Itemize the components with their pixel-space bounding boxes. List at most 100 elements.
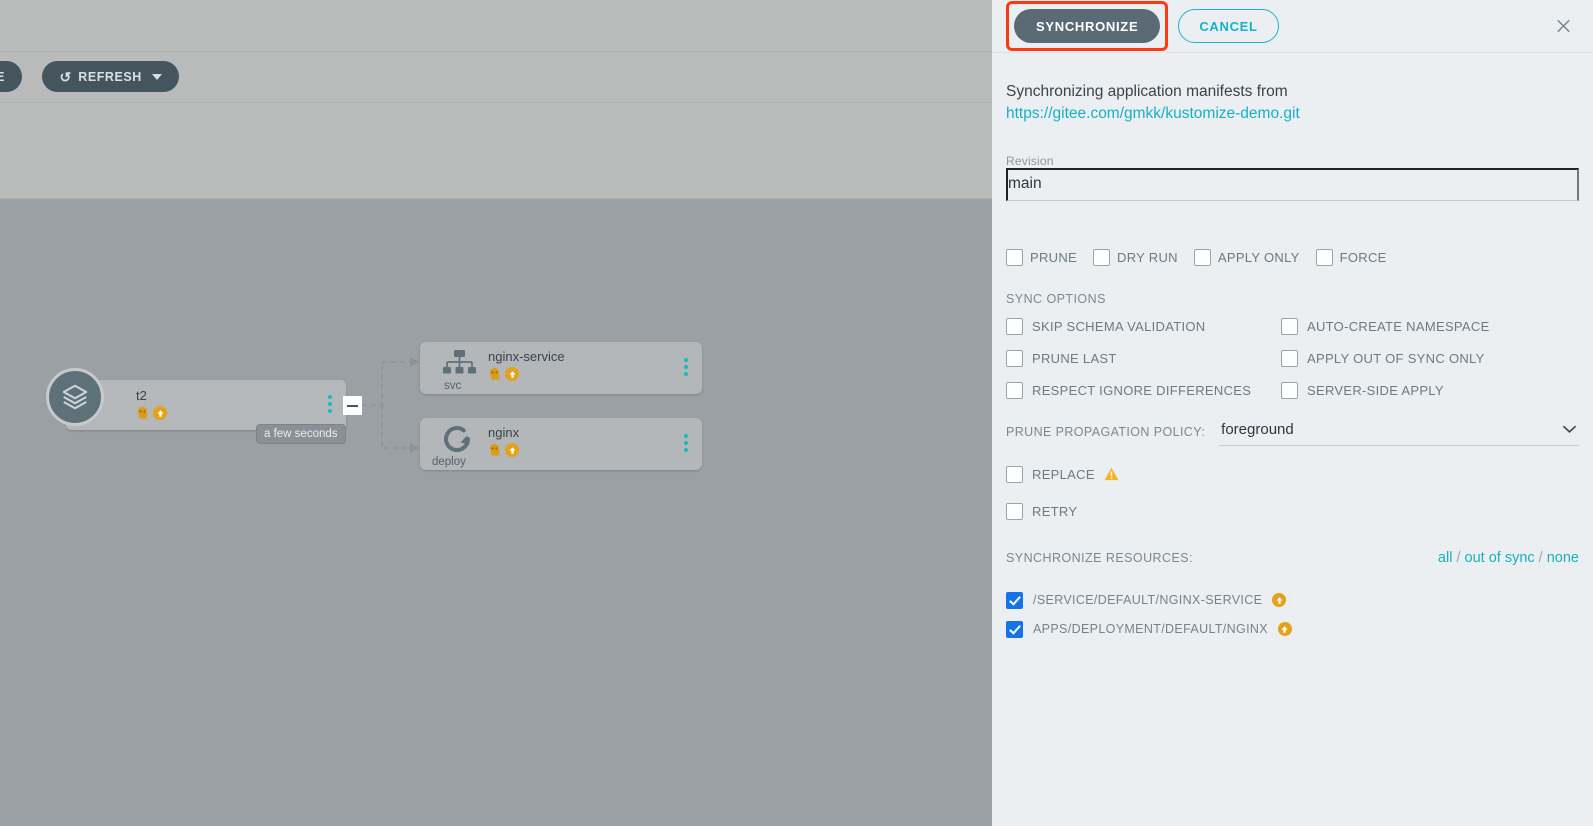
option-label: SKIP SCHEMA VALIDATION: [1032, 318, 1206, 334]
resource-checkbox[interactable]: [1006, 591, 1023, 609]
deployment-rotate-icon: [442, 424, 474, 459]
option-prune-last[interactable]: PRUNE LAST: [1006, 349, 1281, 367]
flag-prune[interactable]: PRUNE: [1006, 248, 1078, 266]
resource-checkbox[interactable]: [1006, 620, 1023, 638]
prune-checkbox[interactable]: [1006, 248, 1023, 266]
filters-band: [0, 103, 992, 199]
node-kebab-menu[interactable]: [684, 434, 688, 452]
auto-create-namespace-checkbox[interactable]: [1281, 317, 1298, 335]
option-server-side-apply[interactable]: SERVER-SIDE APPLY: [1281, 381, 1579, 399]
force-checkbox[interactable]: [1315, 248, 1333, 266]
delete-button-label: ETE: [0, 69, 5, 84]
prune-propagation-policy-select[interactable]: foreground: [1219, 421, 1579, 446]
graph-node-application[interactable]: t2: [46, 368, 346, 430]
prune-last-checkbox[interactable]: [1006, 349, 1023, 367]
node-kebab-menu[interactable]: [328, 395, 332, 413]
option-respect-ignore-differences[interactable]: RESPECT IGNORE DIFFERENCES: [1006, 381, 1281, 399]
sync-options-title: SYNC OPTIONS: [1006, 291, 1106, 306]
replace-label: REPLACE: [1032, 466, 1095, 482]
node-kebab-menu[interactable]: [684, 358, 688, 376]
refresh-button-label: REFRESH: [78, 69, 142, 84]
top-flags-row: PRUNE DRY RUN APPLY ONLY FORCE: [1006, 248, 1579, 266]
prune-propagation-policy-row: PRUNE PROPAGATION POLICY: foreground: [1006, 421, 1579, 446]
arrow-up-circle-icon: [1272, 593, 1287, 608]
option-apply-out-of-sync-only[interactable]: APPLY OUT OF SYNC ONLY: [1281, 349, 1579, 367]
graph-node-service[interactable]: svc nginx-service: [420, 342, 702, 394]
link-separator-2: /: [1534, 549, 1547, 566]
synchronize-button-highlight: SYNCHRONIZE: [1006, 1, 1169, 51]
node-badges: [488, 443, 519, 457]
apply-only-label: APPLY ONLY: [1217, 249, 1300, 265]
sync-panel-header: SYNCHRONIZE CANCEL: [992, 0, 1593, 53]
flag-dry-run[interactable]: DRY RUN: [1093, 248, 1178, 266]
revision-label: Revision: [1006, 153, 1054, 168]
link-separator-1: /: [1452, 549, 1465, 566]
layers-stack-icon: [46, 368, 104, 426]
node-title: t2: [136, 388, 147, 403]
respect-ignore-differences-checkbox[interactable]: [1006, 381, 1023, 399]
retry-checkbox[interactable]: [1006, 502, 1023, 520]
graph-canvas: [0, 199, 992, 826]
node-kind-label: deploy: [432, 456, 466, 468]
warning-triangle-icon: [1104, 468, 1119, 481]
node-badges: [136, 406, 167, 420]
option-auto-create-namespace[interactable]: AUTO-CREATE NAMESPACE: [1281, 317, 1579, 335]
close-icon[interactable]: [1550, 13, 1577, 40]
service-tree-icon: [442, 349, 476, 384]
resource-item[interactable]: /SERVICE/DEFAULT/NGINX-SERVICE: [1006, 591, 1579, 609]
select-none-link[interactable]: none: [1547, 550, 1579, 566]
prune-propagation-policy-value: foreground: [1221, 420, 1294, 438]
node-kind-label: svc: [444, 380, 462, 392]
arrow-up-circle-icon: [505, 443, 519, 457]
arrow-up-circle-icon: [1277, 622, 1292, 637]
resource-name: /SERVICE/DEFAULT/NGINX-SERVICE: [1033, 593, 1263, 608]
replace-checkbox[interactable]: [1006, 465, 1023, 483]
sync-timestamp-pill: a few seconds: [256, 424, 346, 444]
ghost-icon: [489, 367, 500, 381]
application-view-dimmed: ETE ↻ REFRESH t2: [0, 0, 992, 826]
option-label: AUTO-CREATE NAMESPACE: [1307, 318, 1490, 334]
prune-propagation-policy-label: PRUNE PROPAGATION POLICY:: [1006, 424, 1206, 439]
sync-options-grid: SKIP SCHEMA VALIDATION AUTO-CREATE NAMES…: [1006, 317, 1579, 399]
node-badges: [488, 367, 519, 381]
retry-row[interactable]: RETRY: [1006, 502, 1579, 520]
refresh-icon: ↻: [59, 68, 72, 85]
revision-input[interactable]: [1006, 167, 1579, 201]
ghost-icon: [489, 443, 500, 457]
repo-url-link[interactable]: https://gitee.com/gmkk/kustomize-demo.gi…: [1006, 103, 1579, 125]
prune-label: PRUNE: [1030, 249, 1078, 265]
select-out-of-sync-link[interactable]: out of sync: [1465, 550, 1535, 566]
sync-intro-text: Synchronizing application manifests from: [1006, 83, 1288, 100]
sync-panel: SYNCHRONIZE CANCEL Synchronizing applica…: [992, 0, 1593, 826]
option-label: APPLY OUT OF SYNC ONLY: [1307, 350, 1485, 366]
apply-out-of-sync-only-checkbox[interactable]: [1281, 349, 1298, 367]
option-skip-schema-validation[interactable]: SKIP SCHEMA VALIDATION: [1006, 317, 1281, 335]
flag-apply-only[interactable]: APPLY ONLY: [1193, 248, 1300, 266]
force-label: FORCE: [1339, 249, 1387, 265]
chevron-down-icon: [1562, 426, 1577, 434]
server-side-apply-checkbox[interactable]: [1281, 381, 1298, 399]
graph-node-deployment[interactable]: deploy nginx: [420, 418, 702, 470]
replace-row[interactable]: REPLACE: [1006, 465, 1579, 483]
option-label: SERVER-SIDE APPLY: [1307, 382, 1444, 398]
arrow-up-circle-icon: [153, 406, 167, 420]
resource-item[interactable]: APPS/DEPLOYMENT/DEFAULT/NGINX: [1006, 620, 1579, 638]
sync-intro: Synchronizing application manifests from…: [1006, 81, 1579, 126]
retry-label: RETRY: [1032, 503, 1078, 519]
chevron-down-icon: [151, 73, 162, 80]
cancel-button[interactable]: CANCEL: [1178, 9, 1279, 43]
select-all-link[interactable]: all: [1438, 550, 1453, 566]
synchronize-resources-row: SYNCHRONIZE RESOURCES: all / out of sync…: [1006, 550, 1579, 566]
node-title: nginx: [488, 425, 520, 440]
refresh-button[interactable]: ↻ REFRESH: [42, 61, 179, 92]
synchronize-button[interactable]: SYNCHRONIZE: [1014, 9, 1161, 43]
skip-schema-validation-checkbox[interactable]: [1006, 317, 1023, 335]
flag-force[interactable]: FORCE: [1315, 248, 1387, 266]
revision-field: Revision: [1006, 154, 1579, 201]
node-title: nginx-service: [488, 349, 565, 364]
resource-name: APPS/DEPLOYMENT/DEFAULT/NGINX: [1033, 622, 1268, 637]
collapse-minus-icon[interactable]: [343, 396, 362, 415]
apply-only-checkbox[interactable]: [1193, 248, 1211, 266]
dry-run-checkbox[interactable]: [1093, 248, 1111, 266]
synchronize-resources-label: SYNCHRONIZE RESOURCES:: [1006, 550, 1194, 565]
